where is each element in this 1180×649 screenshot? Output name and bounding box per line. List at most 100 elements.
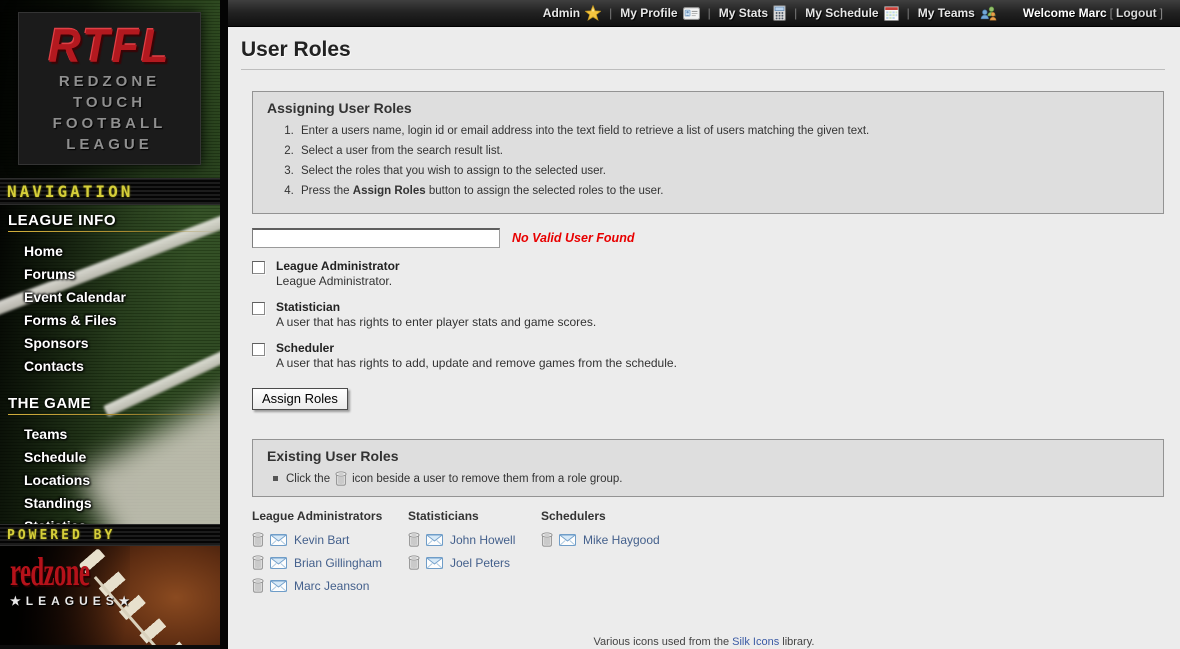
user-search-input[interactable]: [252, 228, 500, 248]
user-search-row: No Valid User Found: [252, 228, 1180, 248]
remove-user-icon[interactable]: [252, 578, 264, 593]
user-link[interactable]: Marc Jeanson: [294, 579, 369, 593]
role-group-title: Statisticians: [408, 509, 541, 523]
remove-user-icon[interactable]: [408, 532, 420, 547]
remove-user-icon[interactable]: [252, 532, 264, 547]
email-icon[interactable]: [426, 557, 443, 569]
user-link[interactable]: Kevin Bart: [294, 533, 349, 547]
role-name: Statistician: [276, 300, 596, 315]
rtfl-logo-line: TOUCH: [19, 92, 200, 113]
remove-user-icon[interactable]: [252, 555, 264, 570]
footer-text: Various icons used from the: [594, 636, 730, 648]
sidebar-item-forums[interactable]: Forums: [0, 263, 220, 286]
instruction-item: Enter a users name, login id or email ad…: [297, 125, 1149, 138]
user-link[interactable]: Brian Gillingham: [294, 556, 382, 570]
instruction-item: Press the Assign Roles button to assign …: [297, 185, 1149, 198]
panel-title: Assigning User Roles: [267, 100, 1149, 116]
topbar-separator: |: [907, 6, 910, 20]
sidebar-item-event-calendar[interactable]: Event Calendar: [0, 286, 220, 309]
vcard-icon: [683, 7, 700, 20]
remove-user-icon[interactable]: [541, 532, 553, 547]
topbar-item-my-profile[interactable]: My Profile: [620, 6, 699, 20]
user-row: Mike Haygood: [541, 532, 660, 547]
welcome-text: Welcome Marc: [1023, 6, 1107, 20]
role-row-scheduler: Scheduler A user that has rights to add,…: [252, 341, 1180, 371]
user-link[interactable]: John Howell: [450, 533, 515, 547]
sidebar-item-teams[interactable]: Teams: [0, 423, 220, 446]
bin-icon: [335, 471, 347, 486]
rtfl-logo-line: REDZONE: [19, 71, 200, 92]
instruction-item: Select a user from the search result lis…: [297, 145, 1149, 158]
assigning-user-roles-panel: Assigning User Roles Enter a users name,…: [252, 91, 1164, 214]
existing-user-roles-panel: Existing User Roles Click the icon besid…: [252, 439, 1164, 497]
role-description: A user that has rights to add, update an…: [276, 356, 677, 371]
email-icon[interactable]: [426, 534, 443, 546]
rtfl-logo: RTFL REDZONE TOUCH FOOTBALL LEAGUE: [18, 12, 201, 165]
instruction-text: Press the: [301, 185, 353, 197]
email-icon[interactable]: [270, 557, 287, 569]
user-link[interactable]: Mike Haygood: [583, 533, 660, 547]
sidebar-item-forms-files[interactable]: Forms & Files: [0, 309, 220, 332]
sidebar-item-standings[interactable]: Standings: [0, 492, 220, 515]
topbar-item-admin[interactable]: Admin: [543, 5, 601, 21]
role-checkbox-league-administrator[interactable]: [252, 261, 265, 274]
remove-user-icon[interactable]: [408, 555, 420, 570]
topbar-separator: |: [609, 6, 612, 20]
logout-bracket: [: [1110, 6, 1113, 20]
logout-link[interactable]: Logout: [1116, 6, 1157, 20]
page-title: User Roles: [241, 38, 1180, 62]
rtfl-logo-line: FOOTBALL: [19, 113, 200, 134]
redzone-leagues-logo: redzone ★LEAGUES★: [10, 552, 138, 608]
role-group-league-administrators: League Administrators Kevin Bart Brian G…: [252, 509, 408, 601]
navigation-banner: NAVIGATION: [0, 178, 220, 205]
role-row-statistician: Statistician A user that has rights to e…: [252, 300, 1180, 330]
sidebar-nav: LEAGUE INFO Home Forums Event Calendar F…: [0, 205, 220, 524]
calculator-icon: [773, 5, 786, 21]
topbar: Admin | My Profile | My Stats | My Sched…: [228, 0, 1180, 27]
user-row: Brian Gillingham: [252, 555, 408, 570]
sidebar-item-schedule[interactable]: Schedule: [0, 446, 220, 469]
redzone-leagues-text: ★LEAGUES★: [10, 594, 138, 608]
role-description: A user that has rights to enter player s…: [276, 315, 596, 330]
sidebar-bottom-strip: [0, 645, 220, 649]
role-name: Scheduler: [276, 341, 677, 356]
topbar-item-my-teams[interactable]: My Teams: [918, 6, 997, 21]
role-checkbox-scheduler[interactable]: [252, 343, 265, 356]
main-content: User Roles Assigning User Roles Enter a …: [228, 28, 1180, 649]
rtfl-logo-line: LEAGUE: [19, 134, 200, 155]
sidebar-item-statistics[interactable]: Statistics: [0, 515, 220, 524]
sidebar-item-sponsors[interactable]: Sponsors: [0, 332, 220, 355]
topbar-item-my-stats[interactable]: My Stats: [719, 5, 786, 21]
topbar-item-my-schedule[interactable]: My Schedule: [805, 6, 898, 21]
topbar-item-label: My Schedule: [805, 6, 878, 20]
user-link[interactable]: Joel Peters: [450, 556, 510, 570]
search-error-text: No Valid User Found: [512, 231, 634, 245]
instruction-bold-text: Assign Roles: [353, 185, 426, 197]
panel-title: Existing User Roles: [267, 448, 1149, 464]
role-group-title: League Administrators: [252, 509, 408, 523]
role-checkbox-statistician[interactable]: [252, 302, 265, 315]
bullet-marker: [273, 476, 278, 481]
sidebar-item-locations[interactable]: Locations: [0, 469, 220, 492]
email-icon[interactable]: [270, 580, 287, 592]
silk-icons-link[interactable]: Silk Icons: [732, 636, 779, 648]
sidebar-item-home[interactable]: Home: [0, 240, 220, 263]
redzone-logo-text: redzone: [10, 552, 89, 592]
instruction-item: Select the roles that you wish to assign…: [297, 165, 1149, 178]
email-icon[interactable]: [559, 534, 576, 546]
topbar-separator: |: [708, 6, 711, 20]
sidebar-item-contacts[interactable]: Contacts: [0, 355, 220, 378]
role-group-statisticians: Statisticians John Howell Joel Peters: [408, 509, 541, 601]
footer-line-1: Various icons used from the Silk Icons l…: [228, 636, 1180, 648]
user-row: John Howell: [408, 532, 541, 547]
user-row: Kevin Bart: [252, 532, 408, 547]
footer-text: library.: [782, 636, 814, 648]
assign-roles-button[interactable]: Assign Roles: [252, 388, 348, 410]
topbar-item-label: My Stats: [719, 6, 768, 20]
star-icon: [585, 5, 601, 21]
role-group-title: Schedulers: [541, 509, 660, 523]
role-row-league-administrator: League Administrator League Administrato…: [252, 259, 1180, 289]
email-icon[interactable]: [270, 534, 287, 546]
sidebar-section-league-info: LEAGUE INFO: [0, 205, 220, 235]
note-text: icon beside a user to remove them from a…: [352, 473, 622, 485]
